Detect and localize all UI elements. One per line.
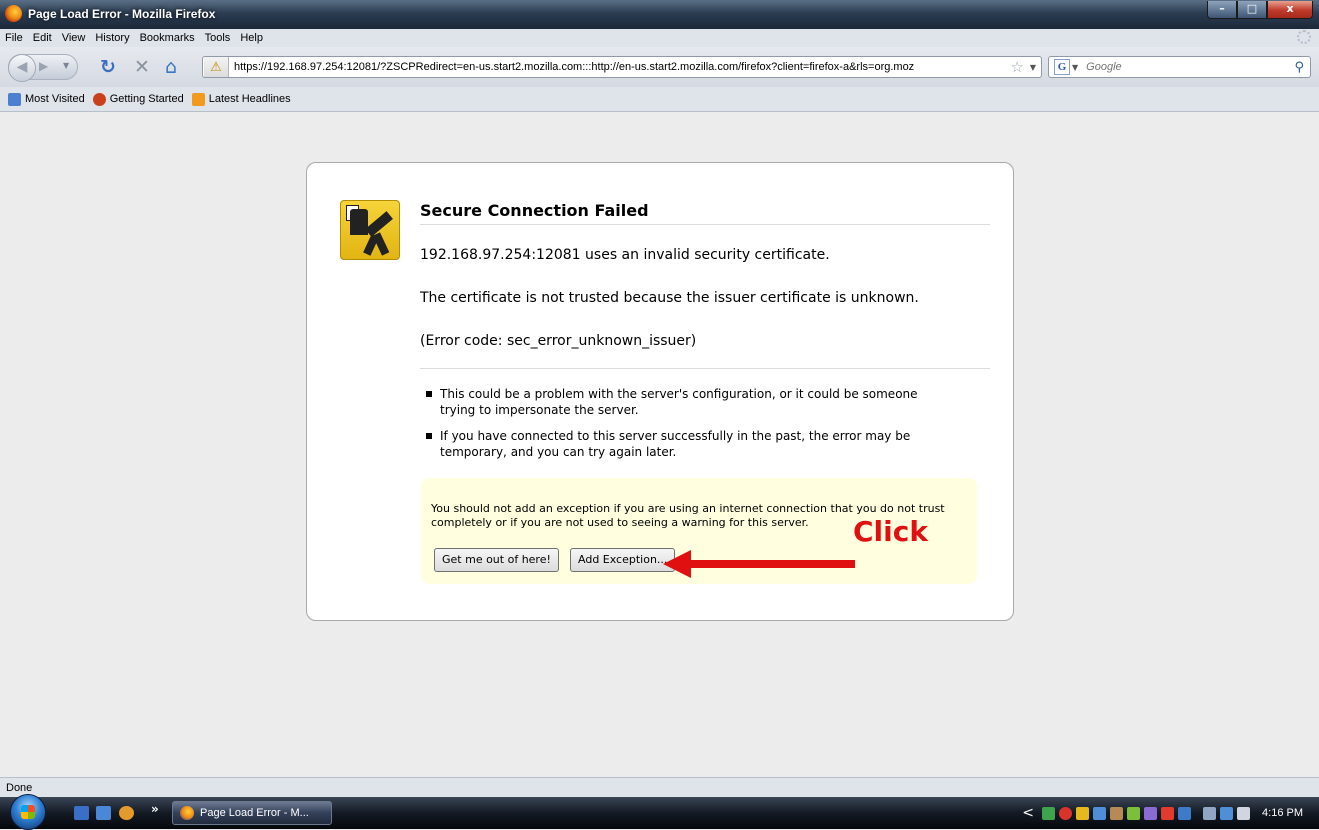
bookmark-most-visited[interactable]: Most Visited <box>8 92 85 106</box>
menu-history[interactable]: History <box>90 32 134 44</box>
error-title: Secure Connection Failed <box>420 201 990 225</box>
red-arrow-icon <box>663 550 855 578</box>
back-button[interactable]: ◀ <box>8 54 36 82</box>
list-item: If you have connected to this server suc… <box>424 428 944 460</box>
window-controls: – □ x <box>1207 1 1313 19</box>
bookmarks-toolbar: Most Visited Getting Started Latest Head… <box>0 87 1319 112</box>
messenger-tray-icon[interactable] <box>1093 806 1107 820</box>
error-container: Secure Connection Failed 192.168.97.254:… <box>306 162 1014 621</box>
bookmark-label: Most Visited <box>25 93 85 105</box>
bookmark-label: Latest Headlines <box>208 93 291 105</box>
quicklaunch-more-button[interactable]: » <box>151 802 159 816</box>
firefox-logo-icon <box>5 5 22 22</box>
security-tray-icon[interactable] <box>1059 806 1073 820</box>
url-bar[interactable]: ⚠ https://192.168.97.254:12081/?ZSCPRedi… <box>202 56 1042 78</box>
warning-icon[interactable]: ⚠ <box>204 57 229 77</box>
search-icon[interactable]: ⚲ <box>1294 60 1310 75</box>
browser-quicklaunch-icon[interactable] <box>119 806 134 820</box>
switch-windows-icon[interactable] <box>96 806 111 820</box>
update-tray-icon[interactable] <box>1076 806 1090 820</box>
forward-button[interactable]: ▶ <box>39 59 48 73</box>
maximize-button[interactable]: □ <box>1237 1 1267 19</box>
reader-tray-icon[interactable] <box>1161 806 1175 820</box>
taskbar: » Page Load Error - M... < 4:16 PM <box>0 794 1319 830</box>
getting-started-icon <box>92 92 106 106</box>
system-tray: < 4:16 PM <box>1022 797 1319 829</box>
bookmark-star-icon[interactable]: ☆ <box>1010 58 1029 76</box>
show-desktop-icon[interactable] <box>74 806 89 820</box>
search-bar[interactable]: G ▼ ⚲ <box>1048 56 1311 78</box>
bookmark-getting-started[interactable]: Getting Started <box>92 92 184 106</box>
taskbar-firefox-button[interactable]: Page Load Error - M... <box>172 801 332 825</box>
stop-button[interactable]: ✕ <box>134 58 150 77</box>
windows-logo-icon <box>21 805 35 819</box>
page-content: Secure Connection Failed 192.168.97.254:… <box>0 112 1319 777</box>
display-tray-icon[interactable] <box>1178 806 1192 820</box>
app-tray-icon[interactable] <box>1144 806 1158 820</box>
add-exception-button[interactable]: Add Exception... <box>570 548 676 572</box>
title-bar: Page Load Error - Mozilla Firefox – □ x <box>0 0 1319 29</box>
task-label: Page Load Error - M... <box>200 807 309 819</box>
list-item: This could be a problem with the server'… <box>424 386 944 418</box>
utility-tray-icon[interactable] <box>1110 806 1124 820</box>
throbber-icon <box>1297 30 1311 44</box>
history-dropdown-icon[interactable]: ▼ <box>63 61 69 70</box>
status-text: Done <box>6 782 33 794</box>
firefox-icon <box>180 806 194 820</box>
sync-tray-icon[interactable] <box>1127 806 1141 820</box>
menu-edit[interactable]: Edit <box>28 32 57 44</box>
network-tray-icon[interactable] <box>1042 806 1056 820</box>
menu-bar: File Edit View History Bookmarks Tools H… <box>0 29 1319 47</box>
security-officer-icon <box>340 200 400 260</box>
divider <box>420 368 990 369</box>
navigation-toolbar: ◀ ▶ ▼ ↻ ✕ ⌂ ⚠ https://192.168.97.254:120… <box>0 47 1319 87</box>
google-engine-icon[interactable]: G <box>1054 59 1070 75</box>
clock[interactable]: 4:16 PM <box>1262 807 1303 819</box>
reload-button[interactable]: ↻ <box>100 58 116 77</box>
search-input[interactable] <box>1084 60 1295 74</box>
click-annotation: Click <box>853 515 928 548</box>
network-status-icon[interactable] <box>1220 806 1234 820</box>
start-button[interactable] <box>10 794 46 830</box>
menu-file[interactable]: File <box>0 32 28 44</box>
volume-icon[interactable] <box>1237 806 1251 820</box>
menu-tools[interactable]: Tools <box>200 32 236 44</box>
error-reason: The certificate is not trusted because t… <box>420 290 919 306</box>
bookmark-label: Getting Started <box>109 93 184 105</box>
error-code: (Error code: sec_error_unknown_issuer) <box>420 333 697 349</box>
home-button[interactable]: ⌂ <box>165 58 177 77</box>
error-description: 192.168.97.254:12081 uses an invalid sec… <box>420 247 830 263</box>
minimize-button[interactable]: – <box>1207 1 1237 19</box>
rss-feed-icon <box>191 92 205 106</box>
menu-bookmarks[interactable]: Bookmarks <box>135 32 200 44</box>
url-dropdown-icon[interactable]: ▼ <box>1030 63 1041 72</box>
close-button[interactable]: x <box>1267 1 1313 19</box>
url-input[interactable]: https://192.168.97.254:12081/?ZSCPRedire… <box>229 61 1010 73</box>
status-bar: Done <box>0 777 1319 798</box>
most-visited-icon <box>8 92 21 106</box>
error-details-list: This could be a problem with the server'… <box>424 386 944 470</box>
tray-expand-button[interactable]: < <box>1022 805 1034 821</box>
bookmark-latest-headlines[interactable]: Latest Headlines <box>191 92 291 106</box>
back-forward-group: ◀ ▶ ▼ <box>8 54 78 82</box>
window-title: Page Load Error - Mozilla Firefox <box>28 7 216 21</box>
menu-view[interactable]: View <box>57 32 91 44</box>
get-me-out-button[interactable]: Get me out of here! <box>434 548 559 572</box>
engine-dropdown-icon[interactable]: ▼ <box>1072 63 1078 72</box>
menu-help[interactable]: Help <box>235 32 268 44</box>
safely-remove-tray-icon[interactable] <box>1203 806 1217 820</box>
